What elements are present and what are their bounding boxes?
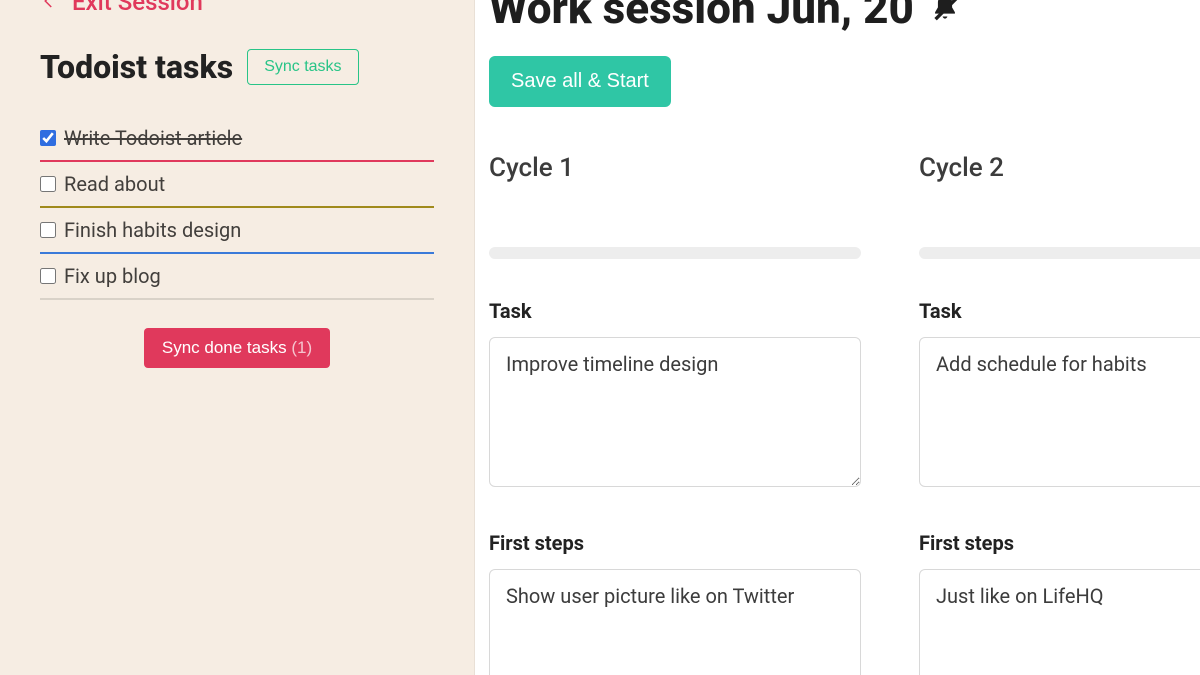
arrow-left-icon: [40, 0, 58, 16]
task-checkbox[interactable]: [40, 268, 56, 284]
sync-tasks-button[interactable]: Sync tasks: [247, 49, 358, 85]
todoist-task-list: Write Todoist article Read about Finish ha…: [40, 116, 434, 300]
sync-done-tasks-button[interactable]: Sync done tasks (1): [144, 328, 330, 368]
cycle-column: Cycle 1 Task First steps: [489, 153, 861, 675]
task-item[interactable]: Finish habits design: [40, 208, 434, 254]
session-title: Work session Jun, 20: [489, 0, 914, 34]
task-field-label: Task: [489, 299, 861, 323]
cycles-row: Cycle 1 Task First steps Cycle 2 Task First s…: [489, 153, 1200, 675]
steps-field-label: First steps: [919, 531, 1200, 555]
task-checkbox[interactable]: [40, 176, 56, 192]
task-checkbox[interactable]: [40, 130, 56, 146]
cycle-progress-bar: [489, 247, 861, 259]
task-field-label: Task: [919, 299, 1200, 323]
main-panel: Work session Jun, 20 Save all & Start Cy…: [475, 0, 1200, 675]
cycle-title: Cycle 1: [489, 153, 861, 183]
task-label: Write Todoist article: [64, 126, 242, 150]
sync-done-count: (1): [291, 338, 312, 357]
task-textarea[interactable]: [489, 337, 861, 487]
sync-done-label: Sync done tasks: [162, 338, 287, 357]
cycle-progress-bar: [919, 247, 1200, 259]
sidebar: Exit Session Todoist tasks Sync tasks Wr…: [0, 0, 475, 675]
first-steps-textarea[interactable]: [919, 569, 1200, 675]
task-item[interactable]: Fix up blog: [40, 254, 434, 300]
cycle-title: Cycle 2: [919, 153, 1200, 183]
task-label: Fix up blog: [64, 264, 161, 288]
first-steps-textarea[interactable]: [489, 569, 861, 675]
cycle-column: Cycle 2 Task First steps: [919, 153, 1200, 675]
task-label: Read about: [64, 172, 165, 196]
task-item[interactable]: Read about: [40, 162, 434, 208]
sidebar-heading: Todoist tasks: [40, 48, 233, 86]
task-textarea[interactable]: [919, 337, 1200, 487]
save-all-start-button[interactable]: Save all & Start: [489, 56, 671, 107]
task-item[interactable]: Write Todoist article: [40, 116, 434, 162]
steps-field-label: First steps: [489, 531, 861, 555]
exit-session-label: Exit Session: [72, 0, 203, 16]
task-checkbox[interactable]: [40, 222, 56, 238]
notifications-off-icon[interactable]: [928, 0, 962, 25]
exit-session-button[interactable]: Exit Session: [40, 0, 434, 16]
task-label: Finish habits design: [64, 218, 241, 242]
